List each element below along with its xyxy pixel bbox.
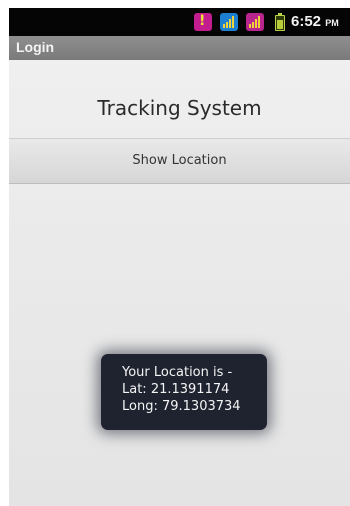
status-bar: 6:52 PM xyxy=(9,8,350,36)
signal-bars-icon xyxy=(249,16,261,28)
phone-screen: 6:52 PM Login Tracking System Show Locat… xyxy=(9,8,350,506)
location-toast: Your Location is - Lat: 21.1391174 Long:… xyxy=(101,354,267,430)
toast-line-header: Your Location is - xyxy=(122,365,233,380)
toast-line-latitude: Lat: 21.1391174 xyxy=(122,382,230,397)
warning-icon xyxy=(194,13,212,31)
signal-bars-icon xyxy=(223,16,235,28)
title-bar: Login xyxy=(9,36,350,60)
toast-line-longitude: Long: 79.1303734 xyxy=(122,399,241,414)
page-title: Tracking System xyxy=(97,96,262,120)
signal-icon xyxy=(220,13,238,31)
status-clock: 6:52 PM xyxy=(291,13,339,30)
clock-time: 6:52 xyxy=(291,13,322,30)
clock-ampm: PM xyxy=(325,18,339,28)
app-title: Login xyxy=(16,39,55,55)
signal-icon xyxy=(246,13,264,31)
battery-icon xyxy=(275,13,285,31)
show-location-button[interactable]: Show Location xyxy=(9,138,350,184)
